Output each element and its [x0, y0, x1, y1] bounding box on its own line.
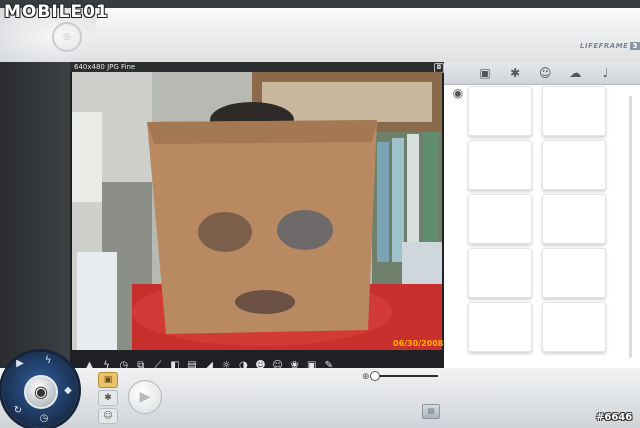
effect-slot[interactable]	[542, 302, 606, 352]
left-panel	[0, 62, 70, 368]
settings-mode-button[interactable]: ✱	[98, 390, 118, 406]
effect-slot[interactable]	[468, 140, 532, 190]
effects-panel-tabs: ▣ ✱ ☺ ☁ ♩ ◉	[444, 62, 640, 100]
watermark: MOBILE01	[4, 2, 109, 22]
photo-mode-button[interactable]: ▣	[98, 372, 118, 388]
microphone-icon[interactable]: ♩	[594, 64, 616, 82]
rotate-icon[interactable]: ↻	[12, 405, 24, 417]
effect-slot[interactable]	[468, 194, 532, 244]
face-mode-button[interactable]: ☺	[98, 408, 118, 424]
gear-icon[interactable]: ✱	[504, 64, 526, 82]
camera-icon: ◉	[34, 382, 48, 401]
effect-slot[interactable]	[468, 86, 532, 136]
date-stamp: 06/30/2008	[393, 339, 444, 348]
burst-mode-icon[interactable]: ◆	[62, 385, 74, 397]
bottom-bar	[0, 368, 640, 428]
effect-slot[interactable]	[468, 302, 532, 352]
effect-slot[interactable]	[542, 194, 606, 244]
gallery-button[interactable]: ▤	[422, 404, 440, 419]
camera-preview	[72, 72, 442, 350]
effect-slot[interactable]	[542, 248, 606, 298]
zoom-icon[interactable]: ⊕	[362, 372, 370, 382]
video-mode-icon[interactable]: ▶	[14, 358, 26, 370]
effect-slot[interactable]	[542, 86, 606, 136]
eye-icon[interactable]: ◉	[447, 84, 469, 102]
resolution-label: 640x480 JPG Fine	[74, 63, 136, 71]
effect-slot[interactable]	[468, 248, 532, 298]
brand-version: 3	[630, 42, 640, 50]
cloud-icon[interactable]: ☁	[564, 64, 586, 82]
camera-image	[72, 72, 442, 350]
brand-logo: LIFEFRAME 3	[580, 42, 640, 50]
camera-icon[interactable]: ▣	[474, 64, 496, 82]
effects-toolbar: ▲ ϟ ◷ ⧉ ⟋ ◧ ▤ ◢ ☼ ◑ ☻ ☺ ❀ ▣ ✎	[70, 350, 444, 371]
play-button[interactable]: ▶	[128, 380, 162, 414]
timer-mode-icon[interactable]: ◷	[38, 413, 50, 425]
zoom-slider-handle[interactable]	[370, 371, 380, 381]
flash-mode-icon[interactable]: ϟ	[42, 355, 54, 367]
post-id: #6646	[596, 412, 633, 423]
scrollbar[interactable]	[629, 96, 632, 358]
brand-name: LIFEFRAME	[580, 42, 629, 50]
power-icon[interactable]: ◎	[52, 22, 82, 52]
zoom-slider[interactable]	[378, 375, 438, 377]
face-icon[interactable]: ☺	[534, 64, 556, 82]
effect-slot[interactable]	[542, 140, 606, 190]
